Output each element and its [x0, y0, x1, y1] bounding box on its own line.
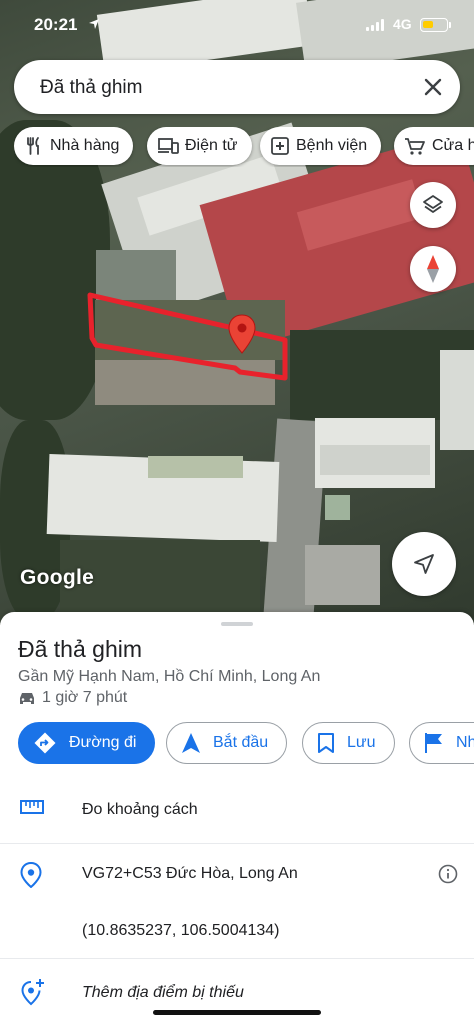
chip-label: Bệnh viện [296, 137, 368, 154]
chip-stores[interactable]: Cửa h [394, 127, 474, 165]
measure-distance-row[interactable]: Đo khoảng cách [0, 792, 474, 842]
hospital-icon [271, 137, 289, 155]
status-time: 20:21 [34, 15, 78, 34]
chip-hospitals[interactable]: Bệnh viện [260, 127, 382, 165]
chip-label: Nhà hàng [50, 137, 120, 154]
directions-icon [34, 732, 56, 754]
my-location-button[interactable] [392, 532, 456, 596]
chip-electronics[interactable]: Điện tử [147, 127, 252, 165]
plus-code-row[interactable]: VG72+C53 Đức Hòa, Long An [0, 852, 474, 902]
compass-icon [427, 255, 439, 283]
devices-icon [158, 138, 179, 154]
flag-icon [425, 733, 442, 753]
label-button[interactable]: Nh [409, 722, 474, 764]
location-pin-icon [20, 862, 42, 888]
navigation-arrow-icon [414, 554, 434, 574]
cart-icon [405, 138, 425, 155]
battery-icon [420, 18, 448, 32]
dropped-pin-icon[interactable] [228, 314, 256, 354]
measure-distance-label: Đo khoảng cách [82, 801, 198, 818]
start-label: Bắt đầu [213, 734, 269, 751]
place-title: Đã thả ghim [18, 636, 143, 662]
cellular-signal-icon [366, 19, 386, 31]
layers-button[interactable] [410, 182, 456, 228]
category-chips: Nhà hàng Điện tử Bệnh viện Cửa h [14, 127, 474, 167]
search-query[interactable]: Đã thả ghim [40, 77, 142, 99]
network-type: 4G [393, 16, 412, 32]
add-missing-place-label: Thêm địa điểm bị thiếu [82, 984, 244, 1001]
compass-button[interactable] [410, 246, 456, 292]
close-icon[interactable] [418, 72, 448, 102]
label-button-label: Nh [456, 734, 474, 751]
car-icon [20, 693, 34, 704]
google-logo: Google [20, 566, 95, 589]
divider [0, 843, 474, 844]
chip-label: Điện tử [185, 137, 238, 154]
navigate-icon [182, 733, 200, 753]
action-buttons: Đường đi Bắt đầu Lưu Nh [18, 722, 474, 764]
directions-button[interactable]: Đường đi [18, 722, 156, 764]
place-sheet[interactable]: Đã thả ghim Gần Mỹ Hạnh Nam, Hồ Chí Minh… [0, 612, 474, 1024]
info-icon[interactable] [438, 864, 458, 884]
coordinates-row[interactable]: (10.8635237, 106.5004134) [0, 912, 474, 952]
save-label: Lưu [347, 734, 376, 751]
chip-restaurants[interactable]: Nhà hàng [14, 127, 134, 165]
plus-code-label: VG72+C53 Đức Hòa, Long An [82, 865, 298, 882]
add-location-icon [21, 979, 44, 1006]
home-indicator[interactable] [153, 1010, 321, 1015]
status-bar: 20:21 4G [0, 0, 474, 48]
start-button[interactable]: Bắt đầu [166, 722, 288, 764]
chip-label: Cửa h [432, 137, 474, 154]
layers-icon [423, 195, 443, 213]
travel-time-label: 1 giờ 7 phút [42, 689, 128, 706]
place-subtitle: Gần Mỹ Hạnh Nam, Hồ Chí Minh, Long An [18, 668, 321, 685]
divider [0, 958, 474, 959]
coordinates-label: (10.8635237, 106.5004134) [82, 922, 280, 939]
drag-handle[interactable] [221, 622, 253, 626]
search-bar[interactable]: Đã thả ghim [14, 60, 460, 114]
bookmark-icon [318, 733, 334, 753]
travel-time: 1 giờ 7 phút [18, 689, 127, 707]
directions-label: Đường đi [69, 734, 137, 751]
battery-tip [449, 22, 451, 28]
save-button[interactable]: Lưu [302, 722, 395, 764]
ruler-icon [20, 800, 44, 814]
location-services-icon [89, 19, 99, 29]
fork-knife-icon [27, 137, 39, 155]
